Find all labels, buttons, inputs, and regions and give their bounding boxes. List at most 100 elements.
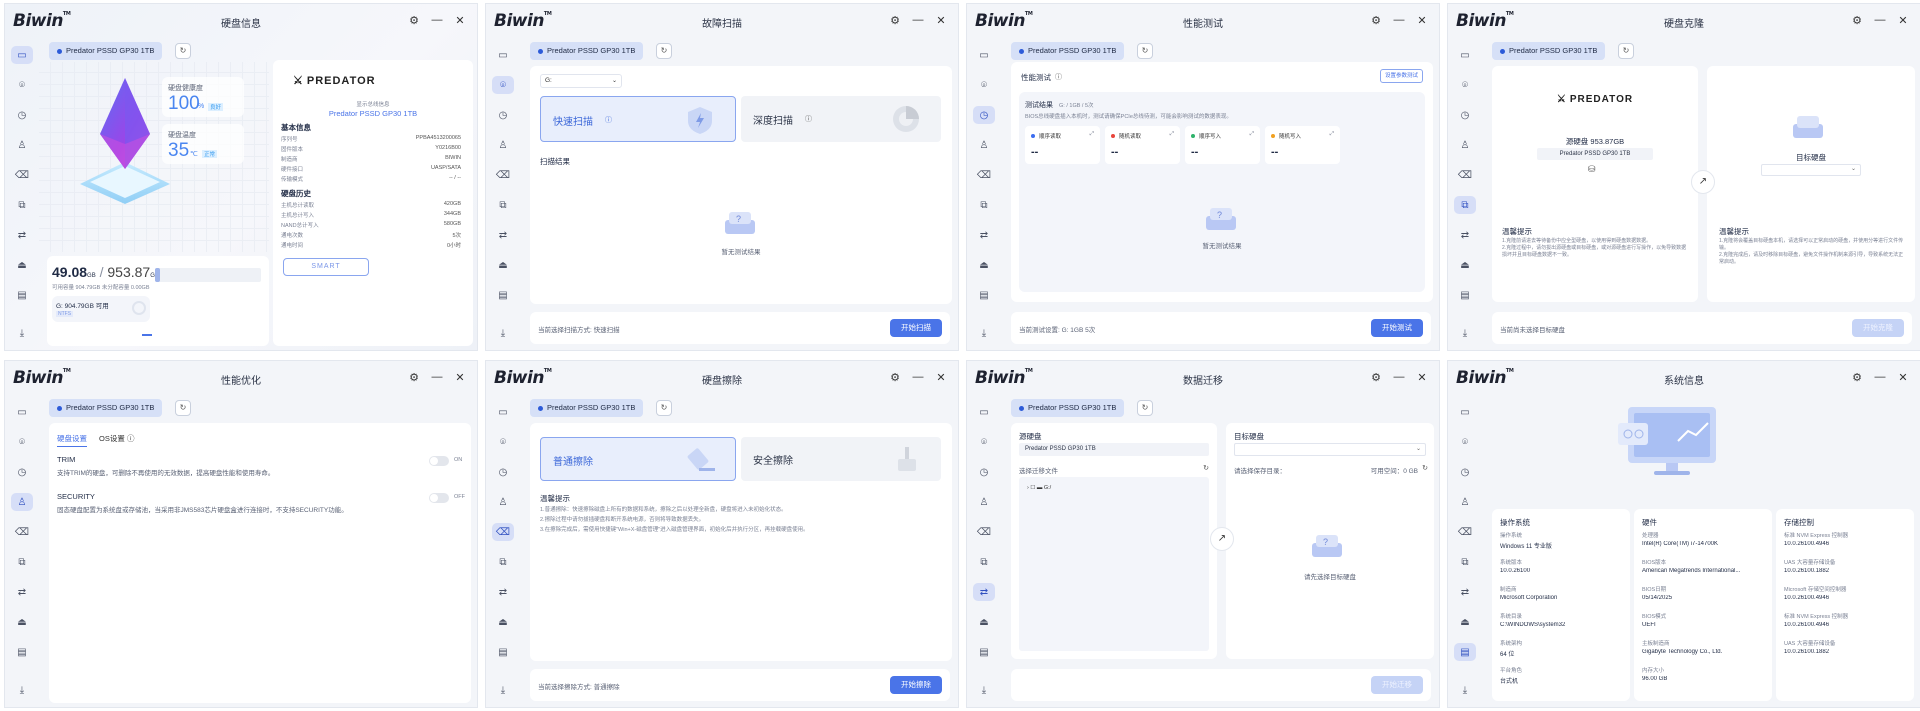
normal-erase-option[interactable]: 普通擦除: [540, 437, 736, 481]
tree-item[interactable]: › ☐ ▬ G:/: [1027, 485, 1051, 491]
sidebar-clone-icon[interactable]: ⧉: [1454, 196, 1476, 214]
sidebar-usb-icon[interactable]: ⏏: [492, 613, 514, 631]
sidebar-clone-icon[interactable]: ⧉: [973, 553, 995, 571]
sidebar-disk-info-icon[interactable]: ▭: [492, 46, 514, 64]
sidebar-clone-icon[interactable]: ⧉: [11, 196, 33, 214]
expand-icon[interactable]: ⤢: [1170, 131, 1174, 138]
sidebar-migrate-icon[interactable]: ⇄: [1454, 583, 1476, 601]
sidebar-rocket-icon[interactable]: ♙: [11, 136, 33, 154]
drive-selector[interactable]: Predator PSSD GP30 1TB: [1492, 42, 1606, 60]
drive-selector[interactable]: Predator PSSD GP30 1TB: [530, 42, 644, 60]
start-migration-button[interactable]: 开始迁移: [1371, 676, 1423, 694]
sidebar-speed-icon[interactable]: ◷: [492, 463, 514, 481]
tab-os-settings[interactable]: OS设置 ⓘ: [99, 433, 134, 444]
refresh-button[interactable]: ↻: [1137, 400, 1153, 416]
security-toggle[interactable]: [429, 493, 449, 503]
quick-scan-option[interactable]: 快速扫描 ⓘ: [540, 96, 736, 142]
sidebar-scan-icon[interactable]: ⌾: [11, 76, 33, 94]
sidebar-monitor-icon[interactable]: ▤: [973, 643, 995, 661]
sidebar-disk-info-icon[interactable]: ▭: [11, 403, 33, 421]
smart-button[interactable]: SMART: [283, 258, 369, 276]
deep-scan-option[interactable]: 深度扫描 ⓘ: [741, 96, 941, 142]
sidebar-download-icon[interactable]: ⤓: [973, 681, 995, 699]
sidebar-speed-icon[interactable]: ◷: [973, 463, 995, 481]
expand-icon[interactable]: ⤢: [1250, 131, 1254, 138]
refresh-button[interactable]: ↻: [656, 400, 672, 416]
sidebar-disk-info-icon[interactable]: ▭: [973, 403, 995, 421]
sidebar-migrate-icon[interactable]: ⇄: [1454, 226, 1476, 244]
sidebar-rocket-icon[interactable]: ♙: [492, 493, 514, 511]
sidebar-speed-icon[interactable]: ◷: [11, 106, 33, 124]
refresh-button[interactable]: ↻: [1618, 43, 1634, 59]
migrate-arrow-button[interactable]: ↗: [1210, 527, 1234, 551]
sidebar-monitor-icon[interactable]: ▤: [11, 643, 33, 661]
sidebar-clone-icon[interactable]: ⧉: [1454, 553, 1476, 571]
sidebar-usb-icon[interactable]: ⏏: [11, 256, 33, 274]
expand-icon[interactable]: ⤢: [1090, 131, 1094, 138]
sidebar-clone-icon[interactable]: ⧉: [492, 553, 514, 571]
target-disk-select[interactable]: ⌄: [1234, 443, 1426, 456]
settings-button[interactable]: 设置参数测试: [1379, 69, 1423, 83]
sidebar-speed-icon[interactable]: ◷: [973, 106, 995, 124]
trim-toggle[interactable]: [429, 456, 449, 466]
sidebar-monitor-icon[interactable]: ▤: [11, 286, 33, 304]
tab-disk-settings[interactable]: 硬盘设置: [57, 433, 87, 447]
sidebar-rocket-icon[interactable]: ♙: [11, 493, 33, 511]
refresh-icon[interactable]: ↻: [1203, 464, 1209, 472]
sidebar-migrate-icon[interactable]: ⇄: [973, 583, 995, 601]
refresh-button[interactable]: ↻: [175, 400, 191, 416]
sidebar-rocket-icon[interactable]: ♙: [973, 136, 995, 154]
sidebar-usb-icon[interactable]: ⏏: [973, 256, 995, 274]
drive-selector[interactable]: Predator PSSD GP30 1TB: [530, 399, 644, 417]
sidebar-eraser-icon[interactable]: ⌫: [973, 166, 995, 184]
partition-card[interactable]: G: 904.79GB 可用 NTFS: [52, 296, 150, 322]
sidebar-speed-icon[interactable]: ◷: [1454, 106, 1476, 124]
sidebar-download-icon[interactable]: ⤓: [492, 681, 514, 699]
refresh-icon[interactable]: ↻: [1422, 464, 1428, 472]
sidebar-usb-icon[interactable]: ⏏: [11, 613, 33, 631]
sidebar-monitor-icon[interactable]: ▤: [492, 643, 514, 661]
sidebar-usb-icon[interactable]: ⏏: [973, 613, 995, 631]
sidebar-speed-icon[interactable]: ◷: [492, 106, 514, 124]
sidebar-disk-info-icon[interactable]: ▭: [492, 403, 514, 421]
sidebar-migrate-icon[interactable]: ⇄: [11, 583, 33, 601]
sidebar-scan-icon[interactable]: ⌾: [11, 433, 33, 451]
sidebar-download-icon[interactable]: ⤓: [11, 324, 33, 342]
sidebar-rocket-icon[interactable]: ♙: [1454, 493, 1476, 511]
sidebar-eraser-icon[interactable]: ⌫: [1454, 166, 1476, 184]
refresh-button[interactable]: ↻: [656, 43, 672, 59]
drive-selector[interactable]: Predator PSSD GP30 1TB: [49, 399, 163, 417]
sidebar-migrate-icon[interactable]: ⇄: [492, 583, 514, 601]
start-test-button[interactable]: 开始测试: [1371, 319, 1423, 337]
sidebar-download-icon[interactable]: ⤓: [1454, 681, 1476, 699]
sidebar-eraser-icon[interactable]: ⌫: [973, 523, 995, 541]
sidebar-rocket-icon[interactable]: ♙: [492, 136, 514, 154]
refresh-button[interactable]: ↻: [175, 43, 191, 59]
sidebar-scan-icon[interactable]: ⌾: [1454, 433, 1476, 451]
sidebar-download-icon[interactable]: ⤓: [973, 324, 995, 342]
drive-selector[interactable]: Predator PSSD GP30 1TB: [1011, 399, 1125, 417]
sidebar-rocket-icon[interactable]: ♙: [973, 493, 995, 511]
sidebar-disk-info-icon[interactable]: ▭: [973, 46, 995, 64]
sidebar-migrate-icon[interactable]: ⇄: [973, 226, 995, 244]
expand-icon[interactable]: ⤢: [1330, 131, 1334, 138]
sidebar-eraser-icon[interactable]: ⌫: [11, 166, 33, 184]
sidebar-disk-info-icon[interactable]: ▭: [1454, 403, 1476, 421]
sidebar-clone-icon[interactable]: ⧉: [492, 196, 514, 214]
sidebar-clone-icon[interactable]: ⧉: [11, 553, 33, 571]
sidebar-monitor-icon[interactable]: ▤: [973, 286, 995, 304]
sidebar-speed-icon[interactable]: ◷: [11, 463, 33, 481]
sidebar-scan-icon[interactable]: ⌾: [973, 76, 995, 94]
target-disk-select[interactable]: ⌄: [1761, 164, 1861, 176]
sidebar-download-icon[interactable]: ⤓: [492, 324, 514, 342]
sidebar-eraser-icon[interactable]: ⌫: [492, 166, 514, 184]
sidebar-usb-icon[interactable]: ⏏: [1454, 613, 1476, 631]
sidebar-migrate-icon[interactable]: ⇄: [11, 226, 33, 244]
sidebar-usb-icon[interactable]: ⏏: [492, 256, 514, 274]
start-erase-button[interactable]: 开始擦除: [890, 676, 942, 694]
sidebar-monitor-icon[interactable]: ▤: [1454, 643, 1476, 661]
drive-select[interactable]: G: ⌄: [540, 74, 622, 88]
sidebar-scan-icon[interactable]: ⌾: [973, 433, 995, 451]
sidebar-scan-icon[interactable]: ⌾: [1454, 76, 1476, 94]
sidebar-disk-info-icon[interactable]: ▭: [1454, 46, 1476, 64]
